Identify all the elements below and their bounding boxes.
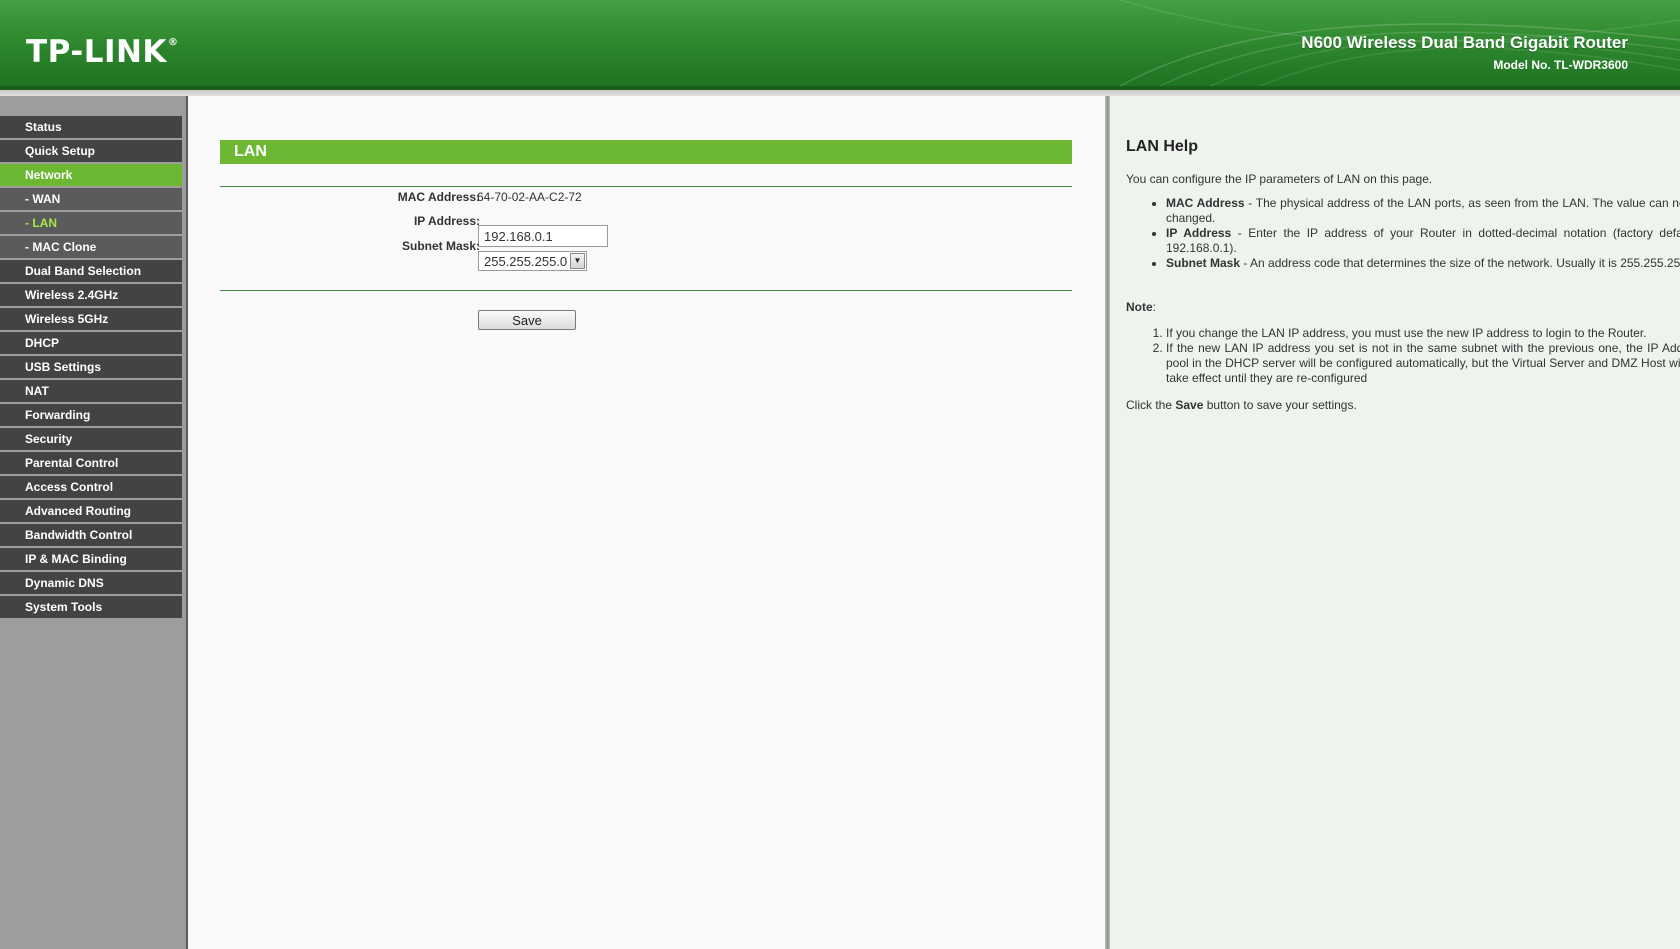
sidebar-item-wireless-2-4ghz[interactable]: Wireless 2.4GHz xyxy=(0,284,182,306)
header-banner: TP-LINK ® N600 Wireless Dual Band Gigabit… xyxy=(0,0,1680,86)
help-footer-post: button to save your settings. xyxy=(1203,398,1357,412)
mac-address-value: 64-70-02-AA-C2-72 xyxy=(477,190,582,204)
registered-mark: ® xyxy=(167,37,179,48)
sidebar-item-dynamic-dns[interactable]: Dynamic DNS xyxy=(0,572,182,594)
sidebar-item-bandwidth-control[interactable]: Bandwidth Control xyxy=(0,524,182,546)
sidebar-item-ip-mac-binding[interactable]: IP & MAC Binding xyxy=(0,548,182,570)
sidebar-item-system-tools[interactable]: System Tools xyxy=(0,596,182,618)
main-content: LAN MAC Address: 64-70-02-AA-C2-72 IP Ad… xyxy=(188,96,1105,949)
help-term-item: Subnet Mask - An address code that deter… xyxy=(1166,256,1680,271)
help-term: Subnet Mask xyxy=(1166,256,1241,270)
help-title: LAN Help xyxy=(1126,138,1198,155)
help-term-desc: - Enter the IP address of your Router in… xyxy=(1166,226,1680,255)
mac-address-label: MAC Address: xyxy=(397,190,480,204)
bottom-rule xyxy=(220,290,1072,291)
sidebar-item-security[interactable]: Security xyxy=(0,428,182,450)
ip-address-label: IP Address: xyxy=(413,214,480,228)
sidebar-item-lan[interactable]: - LAN xyxy=(0,212,182,234)
help-panel: LAN Help You can configure the IP parame… xyxy=(1110,96,1680,949)
sidebar-item-usb-settings[interactable]: USB Settings xyxy=(0,356,182,378)
help-note-item: If the new LAN IP address you set is not… xyxy=(1166,341,1680,386)
subnet-mask-select[interactable]: 255.255.255.0 ▼ xyxy=(478,251,587,271)
help-footer-save: Save xyxy=(1175,398,1204,412)
help-term: MAC Address xyxy=(1166,196,1245,210)
sidebar-item-nat[interactable]: NAT xyxy=(0,380,182,402)
help-note-heading: Note: xyxy=(1126,300,1156,314)
subnet-mask-label: Subnet Mask: xyxy=(401,239,480,253)
sidebar: Status Quick Setup Network - WAN - LAN - MAC … xyxy=(0,96,186,949)
logo-text: TP-LINK xyxy=(26,34,167,70)
note-label: Note xyxy=(1126,300,1153,314)
sidebar-item-dual-band-selection[interactable]: Dual Band Selection xyxy=(0,260,182,282)
ip-address-input[interactable] xyxy=(478,225,608,247)
sidebar-item-mac-clone[interactable]: - MAC Clone xyxy=(0,236,182,258)
help-term-desc: - An address code that determines the si… xyxy=(1240,256,1680,270)
help-notes-list: If you change the LAN IP address, you mu… xyxy=(1126,326,1680,386)
help-term: IP Address xyxy=(1166,226,1232,240)
tp-link-logo: TP-LINK ® xyxy=(26,34,178,70)
help-footer-pre: Click the xyxy=(1126,398,1176,412)
section-title: LAN xyxy=(220,140,1072,164)
sidebar-item-network[interactable]: Network xyxy=(0,164,182,186)
help-intro: You can configure the IP parameters of L… xyxy=(1126,172,1433,186)
sidebar-item-quick-setup[interactable]: Quick Setup xyxy=(0,140,182,162)
sidebar-item-advanced-routing[interactable]: Advanced Routing xyxy=(0,500,182,522)
help-term-item: IP Address - Enter the IP address of you… xyxy=(1166,226,1680,256)
sidebar-item-status[interactable]: Status xyxy=(0,116,182,138)
save-button[interactable]: Save xyxy=(478,310,576,330)
product-name: N600 Wireless Dual Band Gigabit Router xyxy=(1301,33,1628,52)
help-terms-list: MAC Address - The physical address of th… xyxy=(1126,196,1680,271)
help-footer: Click the Save button to save your setti… xyxy=(1126,398,1357,412)
model-number: Model No. TL-WDR3600 xyxy=(1493,58,1628,72)
sidebar-item-wireless-5ghz[interactable]: Wireless 5GHz xyxy=(0,308,182,330)
top-rule xyxy=(220,186,1072,187)
sidebar-menu: Status Quick Setup Network - WAN - LAN - MAC … xyxy=(0,116,182,620)
sidebar-item-wan[interactable]: - WAN xyxy=(0,188,182,210)
sidebar-item-dhcp[interactable]: DHCP xyxy=(0,332,182,354)
help-note-item: If you change the LAN IP address, you mu… xyxy=(1166,326,1680,341)
chevron-down-icon[interactable]: ▼ xyxy=(570,253,585,269)
help-term-item: MAC Address - The physical address of th… xyxy=(1166,196,1680,226)
sidebar-item-parental-control[interactable]: Parental Control xyxy=(0,452,182,474)
sidebar-item-forwarding[interactable]: Forwarding xyxy=(0,404,182,426)
sidebar-item-access-control[interactable]: Access Control xyxy=(0,476,182,498)
note-colon: : xyxy=(1152,300,1157,314)
subnet-mask-value: 255.255.255.0 xyxy=(484,254,568,269)
